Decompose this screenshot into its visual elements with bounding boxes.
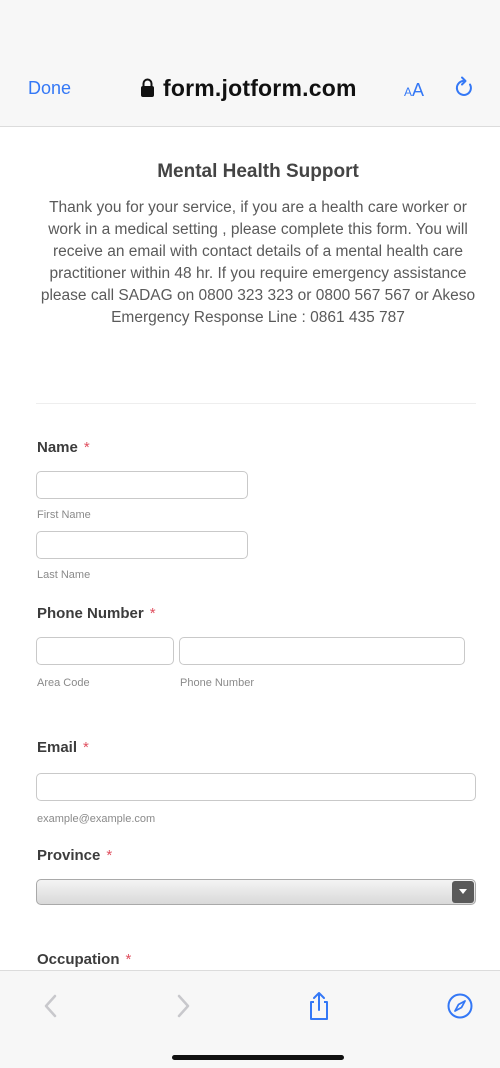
browser-top-bar: Done form.jotform.com AA: [0, 0, 500, 127]
required-marker: *: [106, 847, 113, 864]
address-bar[interactable]: form.jotform.com: [140, 72, 357, 104]
home-indicator: [172, 1055, 344, 1060]
first-name-sublabel: First Name: [37, 509, 91, 521]
text-size-large-label: A: [412, 80, 425, 100]
url-text: form.jotform.com: [163, 74, 357, 101]
area-code-input[interactable]: [36, 637, 174, 665]
required-marker: *: [83, 439, 90, 456]
forward-icon[interactable]: [170, 991, 196, 1021]
name-label-text: Name: [37, 439, 78, 456]
email-label-text: Email: [37, 739, 78, 756]
email-label: Email *: [37, 739, 89, 756]
done-button[interactable]: Done: [28, 78, 71, 99]
last-name-sublabel: Last Name: [37, 569, 91, 581]
section-divider: [36, 403, 476, 404]
share-icon[interactable]: [306, 991, 332, 1021]
first-name-input[interactable]: [36, 471, 248, 499]
back-icon[interactable]: [38, 991, 64, 1021]
province-label: Province *: [37, 847, 112, 864]
last-name-input[interactable]: [36, 531, 248, 559]
text-size-button[interactable]: AA: [404, 80, 424, 101]
required-marker: *: [83, 739, 89, 756]
lock-icon: [141, 78, 154, 97]
phone-number-input[interactable]: [179, 637, 465, 665]
area-code-sublabel: Area Code: [37, 677, 90, 689]
dropdown-arrow-icon: [452, 881, 474, 903]
email-input[interactable]: [36, 773, 476, 801]
occupation-label-text: Occupation: [37, 951, 120, 968]
name-label: Name *: [37, 439, 90, 456]
text-size-small-label: A: [404, 85, 413, 99]
compass-icon[interactable]: [446, 992, 474, 1020]
reload-icon[interactable]: [454, 76, 476, 100]
required-marker: *: [125, 951, 132, 968]
province-select[interactable]: [36, 879, 476, 905]
province-label-text: Province: [37, 847, 101, 864]
required-marker: *: [149, 605, 156, 622]
phone-number-sublabel: Phone Number: [180, 677, 254, 689]
phone-label-text: Phone Number: [37, 605, 144, 622]
browser-bottom-bar: [0, 970, 500, 1068]
form-content: Mental Health Support Thank you for your…: [0, 127, 500, 970]
occupation-label: Occupation *: [37, 951, 131, 968]
form-description: Thank you for your service, if you are a…: [40, 199, 476, 326]
form-title: Mental Health Support: [157, 161, 359, 182]
email-sublabel: example@example.com: [37, 813, 156, 825]
phone-label: Phone Number *: [37, 605, 156, 622]
